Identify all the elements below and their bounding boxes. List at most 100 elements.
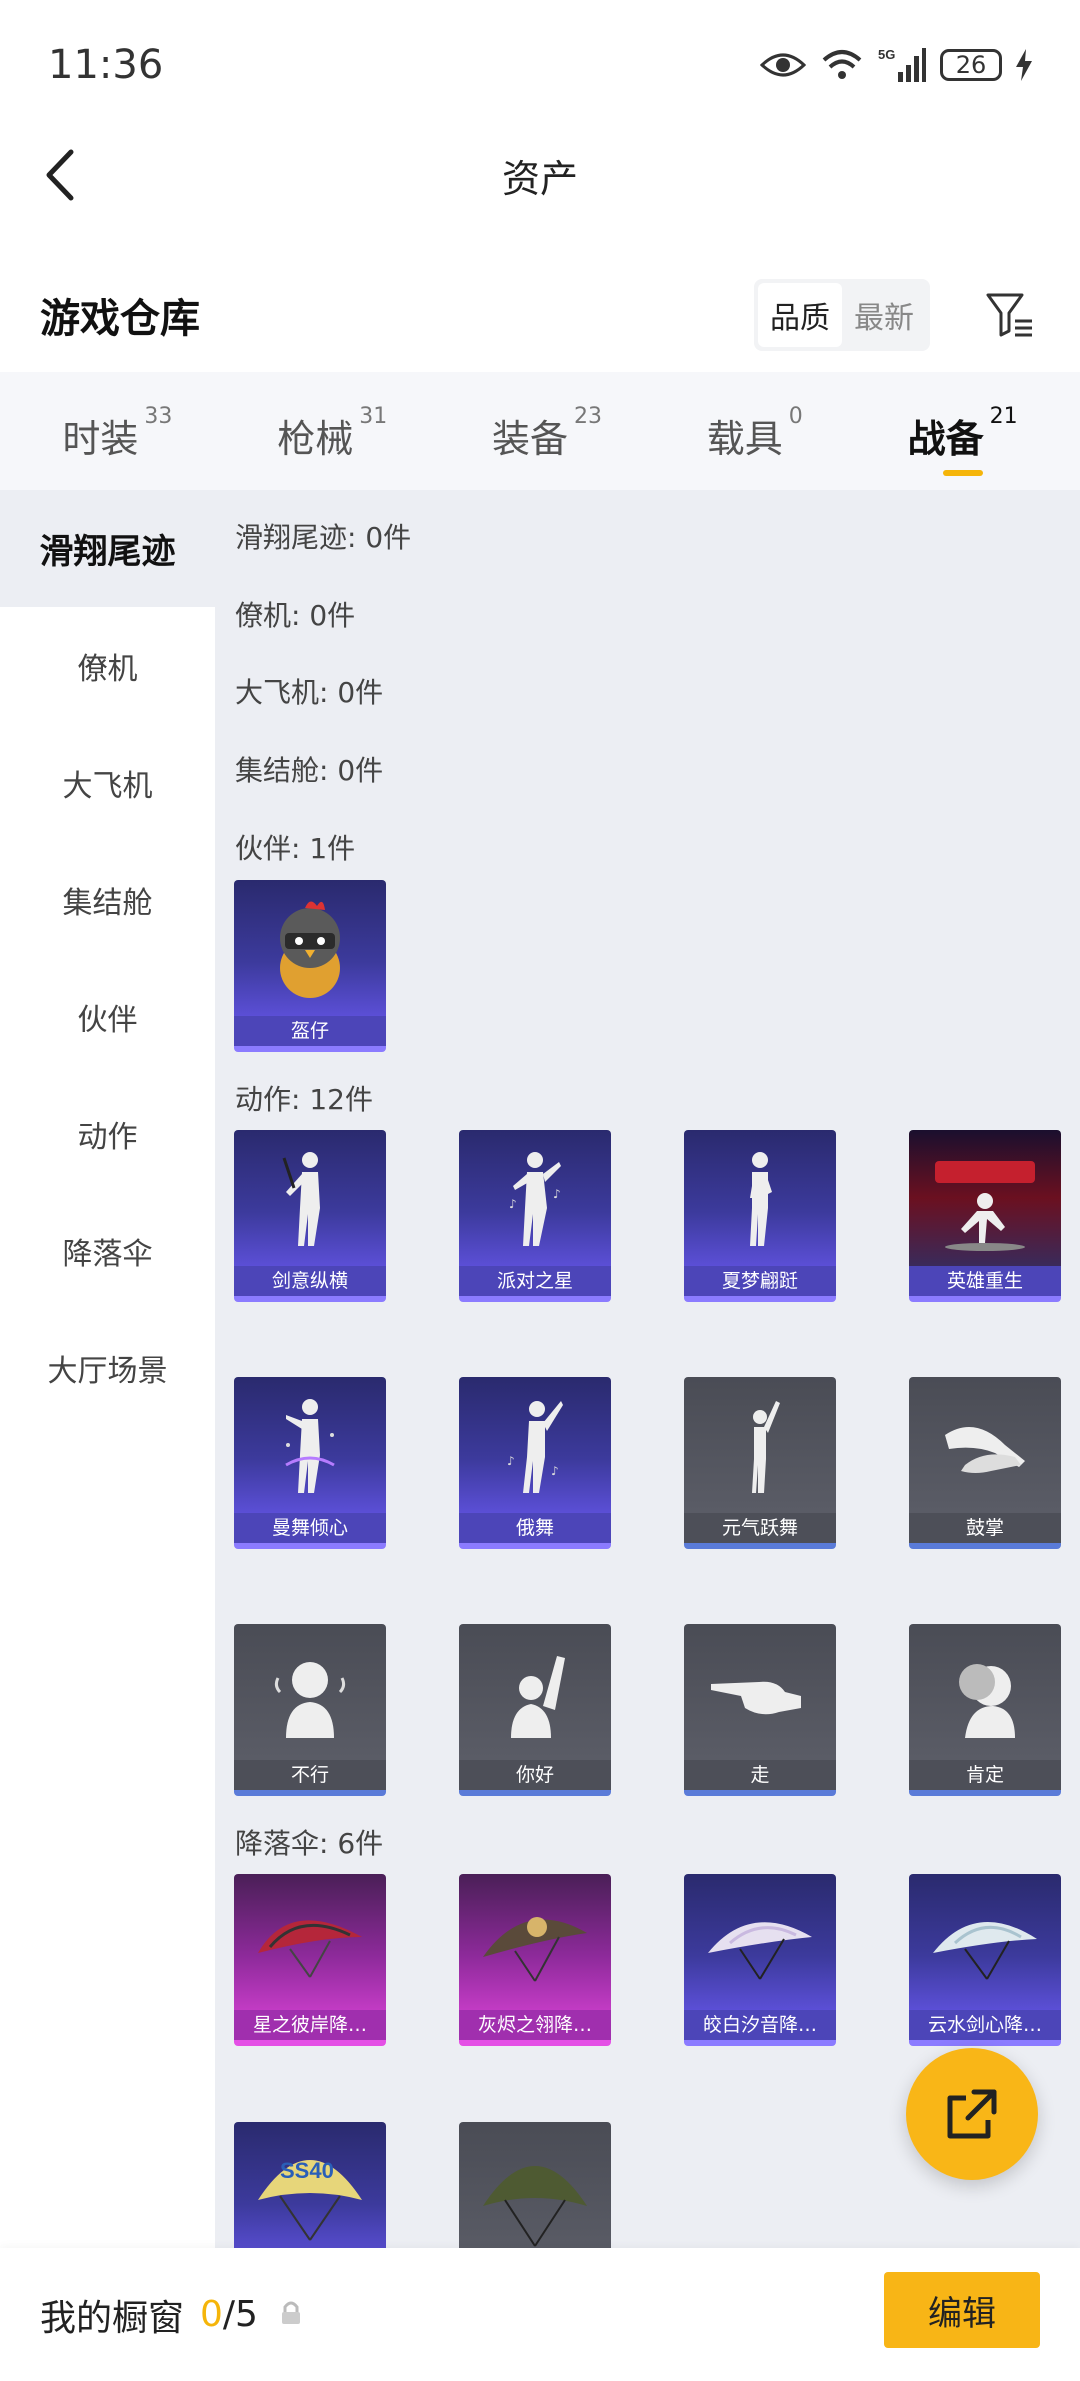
emote-card[interactable]: 元气跃舞 bbox=[684, 1377, 836, 1549]
status-time: 11:36 bbox=[48, 42, 164, 88]
lock-icon bbox=[280, 2300, 302, 2330]
warehouse-row: 游戏仓库 品质 最新 bbox=[0, 270, 1080, 360]
parachute-card[interactable]: SS40 bbox=[234, 2122, 386, 2248]
external-link-icon bbox=[947, 2089, 997, 2139]
category-tabs: 时装 33 枪械 31 装备 23 载具 0 战备 21 bbox=[0, 372, 1080, 490]
card-label: 星之彼岸降… bbox=[234, 2010, 386, 2040]
wifi-icon bbox=[820, 48, 864, 82]
filter-icon bbox=[986, 293, 1032, 337]
parachute-card[interactable]: 云水剑心降… bbox=[909, 1874, 1061, 2046]
sidebar-item-glide-trail[interactable]: 滑翔尾迹 bbox=[0, 490, 215, 607]
status-bar: 11:36 5G 26 bbox=[0, 0, 1080, 130]
emote-image bbox=[234, 1377, 386, 1513]
section-title-wingman: 僚机: 0件 bbox=[235, 599, 356, 632]
emote-card[interactable]: 肯定 bbox=[909, 1624, 1061, 1796]
sidebar-item-parachute[interactable]: 降落伞 bbox=[0, 1192, 215, 1309]
sidebar-item-emote[interactable]: 动作 bbox=[0, 1075, 215, 1192]
page-title: 资产 bbox=[501, 156, 578, 201]
card-quality-strip bbox=[234, 1046, 386, 1052]
emote-card[interactable]: 剑意纵横 bbox=[234, 1130, 386, 1302]
sidebar-item-assembly-pod[interactable]: 集结舱 bbox=[0, 841, 215, 958]
card-quality-strip bbox=[459, 1296, 611, 1302]
filter-button[interactable] bbox=[980, 285, 1040, 345]
tab-fashion[interactable]: 时装 33 bbox=[62, 396, 172, 466]
emote-card[interactable]: 走 bbox=[684, 1624, 836, 1796]
emote-image bbox=[234, 1624, 386, 1760]
back-button[interactable] bbox=[30, 145, 90, 205]
sub-category-sidebar: 滑翔尾迹 僚机 大飞机 集结舱 伙伴 动作 降落伞 大厅场景 bbox=[0, 490, 215, 2248]
section-title-plane: 大飞机: 0件 bbox=[235, 676, 384, 709]
card-label: 夏梦翩跹 bbox=[684, 1266, 836, 1296]
bottom-bar: 我的橱窗 0 /5 编辑 bbox=[0, 2248, 1080, 2381]
section-title-emote: 动作: 12件 bbox=[235, 1083, 373, 1116]
tab-label: 时装 bbox=[62, 417, 139, 461]
section-title-glide: 滑翔尾迹: 0件 bbox=[235, 521, 412, 554]
card-label: 不行 bbox=[234, 1760, 386, 1790]
card-label: 云水剑心降… bbox=[909, 2010, 1061, 2040]
tab-vehicles[interactable]: 载具 0 bbox=[707, 396, 803, 466]
partner-image bbox=[234, 880, 386, 1016]
card-label: 俄舞 bbox=[459, 1513, 611, 1543]
emote-card[interactable]: 夏梦翩跹 bbox=[684, 1130, 836, 1302]
parachute-card[interactable]: 皎白汐音降… bbox=[684, 1874, 836, 2046]
tab-guns[interactable]: 枪械 31 bbox=[277, 396, 387, 466]
emote-image bbox=[684, 1624, 836, 1760]
section-title-partner: 伙伴: 1件 bbox=[235, 832, 356, 865]
card-label: 鼓掌 bbox=[909, 1513, 1061, 1543]
sidebar-item-wingman[interactable]: 僚机 bbox=[0, 607, 215, 724]
emote-image bbox=[909, 1377, 1061, 1513]
tab-equipment[interactable]: 装备 23 bbox=[492, 396, 602, 466]
card-quality-strip bbox=[909, 1296, 1061, 1302]
edit-button[interactable]: 编辑 bbox=[884, 2272, 1040, 2348]
card-label: 走 bbox=[684, 1760, 836, 1790]
showcase-total: /5 bbox=[222, 2294, 258, 2335]
tab-label: 战备 bbox=[907, 417, 984, 461]
eye-icon bbox=[760, 50, 806, 80]
emote-image bbox=[909, 1130, 1061, 1266]
emote-card[interactable]: 你好 bbox=[459, 1624, 611, 1796]
parachute-image: SS40 bbox=[234, 2122, 386, 2248]
card-quality-strip bbox=[684, 1543, 836, 1549]
emote-card[interactable]: 英雄重生 bbox=[909, 1130, 1061, 1302]
svg-text:♪: ♪ bbox=[553, 1187, 561, 1201]
svg-text:♪: ♪ bbox=[551, 1464, 559, 1478]
tab-label: 装备 bbox=[491, 417, 568, 461]
sidebar-item-big-plane[interactable]: 大飞机 bbox=[0, 724, 215, 841]
parachute-card[interactable]: 星之彼岸降… bbox=[234, 1874, 386, 2046]
partner-card[interactable]: 盔仔 bbox=[234, 880, 386, 1052]
emote-image bbox=[909, 1624, 1061, 1760]
card-quality-strip bbox=[234, 1296, 386, 1302]
signal-icon: 5G bbox=[878, 46, 926, 84]
parachute-card[interactable] bbox=[459, 2122, 611, 2248]
parachute-image bbox=[684, 1874, 836, 2010]
parachute-image bbox=[234, 1874, 386, 2010]
card-label: 曼舞倾心 bbox=[234, 1513, 386, 1543]
emote-image: ♪ ♪ bbox=[459, 1130, 611, 1266]
emote-card[interactable]: ♪ ♪ 俄舞 bbox=[459, 1377, 611, 1549]
sort-latest-button[interactable]: 最新 bbox=[842, 283, 926, 347]
svg-text:♪: ♪ bbox=[509, 1197, 517, 1211]
share-fab-button[interactable] bbox=[906, 2048, 1038, 2180]
emote-card[interactable]: 曼舞倾心 bbox=[234, 1377, 386, 1549]
svg-text:♪: ♪ bbox=[507, 1454, 515, 1468]
card-quality-strip bbox=[459, 2040, 611, 2046]
emote-card[interactable]: ♪ ♪ 派对之星 bbox=[459, 1130, 611, 1302]
emote-card[interactable]: 不行 bbox=[234, 1624, 386, 1796]
tab-readiness[interactable]: 战备 21 bbox=[907, 396, 1018, 476]
card-quality-strip bbox=[684, 2040, 836, 2046]
status-icons: 5G 26 bbox=[760, 46, 1032, 84]
svg-text:SS40: SS40 bbox=[280, 2158, 334, 2183]
emote-card[interactable]: 鼓掌 bbox=[909, 1377, 1061, 1549]
sidebar-item-partner[interactable]: 伙伴 bbox=[0, 958, 215, 1075]
showcase-current-count: 0 bbox=[200, 2294, 223, 2335]
sort-quality-button[interactable]: 品质 bbox=[758, 283, 842, 347]
section-title-pod: 集结舱: 0件 bbox=[235, 754, 384, 787]
active-tab-indicator bbox=[942, 470, 983, 476]
tab-label: 载具 bbox=[706, 417, 783, 461]
card-label: 肯定 bbox=[909, 1760, 1061, 1790]
card-quality-strip bbox=[684, 1790, 836, 1796]
page-header: 资产 bbox=[0, 130, 1080, 220]
sidebar-item-lobby-scene[interactable]: 大厅场景 bbox=[0, 1309, 215, 1426]
parachute-card[interactable]: 灰烬之翎降… bbox=[459, 1874, 611, 2046]
card-label: 元气跃舞 bbox=[684, 1513, 836, 1543]
